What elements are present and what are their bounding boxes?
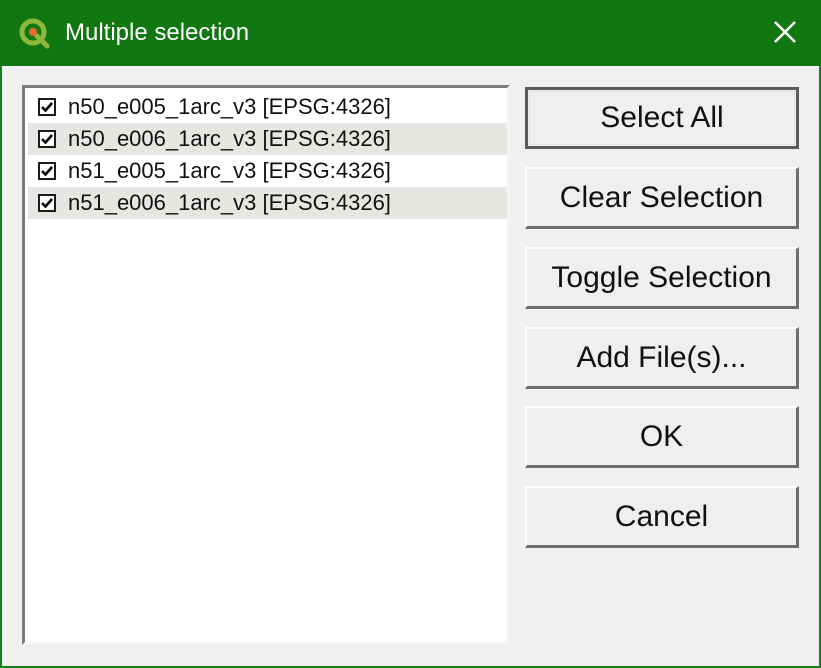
- multiple-selection-dialog: Multiple selection n50_e005_1arc_v3 [EPS…: [0, 0, 821, 668]
- list-item-label: n51_e006_1arc_v3 [EPSG:4326]: [68, 190, 391, 215]
- clear-selection-button[interactable]: Clear Selection: [525, 167, 799, 229]
- cancel-button[interactable]: Cancel: [525, 486, 799, 548]
- checkmark-icon: [41, 102, 53, 113]
- add-files-button[interactable]: Add File(s)...: [525, 327, 799, 389]
- checkbox[interactable]: [38, 98, 56, 116]
- list-item-label: n50_e006_1arc_v3 [EPSG:4326]: [68, 126, 391, 151]
- list-item[interactable]: n50_e006_1arc_v3 [EPSG:4326]: [28, 123, 507, 155]
- checkmark-icon: [41, 198, 53, 209]
- list-item[interactable]: n51_e006_1arc_v3 [EPSG:4326]: [28, 187, 507, 219]
- ok-button[interactable]: OK: [525, 406, 799, 468]
- checkbox[interactable]: [38, 194, 56, 212]
- list-item-label: n50_e005_1arc_v3 [EPSG:4326]: [68, 94, 391, 119]
- checkmark-icon: [41, 134, 53, 145]
- select-all-button[interactable]: Select All: [525, 87, 799, 149]
- checkbox[interactable]: [38, 162, 56, 180]
- layer-list[interactable]: n50_e005_1arc_v3 [EPSG:4326] n50_e006_1a…: [22, 85, 510, 645]
- window-title: Multiple selection: [65, 19, 250, 46]
- checkbox[interactable]: [38, 130, 56, 148]
- close-icon[interactable]: [765, 16, 805, 50]
- list-item-label: n51_e005_1arc_v3 [EPSG:4326]: [68, 158, 391, 183]
- list-item[interactable]: n51_e005_1arc_v3 [EPSG:4326]: [28, 155, 507, 187]
- checkmark-icon: [41, 166, 53, 177]
- toggle-selection-button[interactable]: Toggle Selection: [525, 247, 799, 309]
- qgis-logo-icon: [18, 17, 52, 51]
- title-bar[interactable]: Multiple selection: [0, 0, 821, 66]
- list-item[interactable]: n50_e005_1arc_v3 [EPSG:4326]: [28, 91, 507, 123]
